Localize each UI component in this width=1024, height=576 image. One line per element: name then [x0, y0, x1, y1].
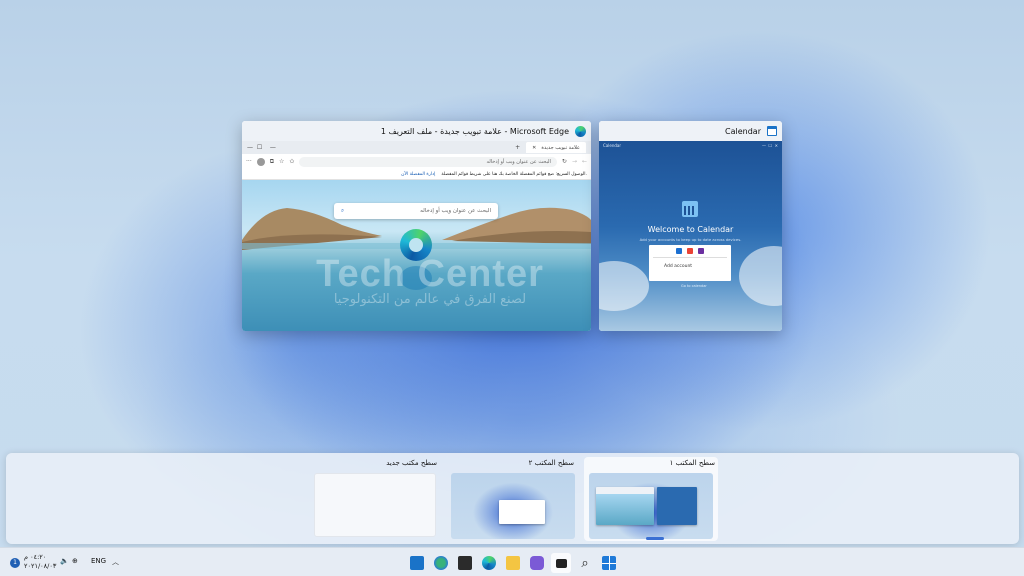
notification-badge[interactable]: 1 [10, 558, 20, 568]
edge-tabstrip: — ☐ — + ✕ علامة تبويب جديدة [242, 141, 591, 154]
outlook-icon [676, 248, 682, 254]
desktop-2-label: سطح المكتب ٢ [528, 459, 574, 467]
folder-icon [506, 556, 520, 570]
task-view-icon [555, 558, 567, 568]
favorites-bar-text: الوصول السريع: ضع قوائم المفضلة الخاصة ب… [441, 171, 587, 177]
edge-toolbar: ··· ⧉ ☆ ✩ البحث عن عنوان ويب أو إدخاله ↻… [242, 154, 591, 169]
add-account-button[interactable]: Add account [664, 264, 731, 269]
edge-logo [400, 229, 432, 261]
new-tab-icon[interactable]: + [515, 144, 520, 151]
edge-window-titlebar: علامة تبويب جديدة - ملف التعريف 1 - Micr… [242, 121, 591, 141]
taskbar-edge-button[interactable] [479, 553, 499, 573]
address-bar-placeholder: البحث عن عنوان ويب أو إدخاله [486, 158, 551, 165]
desktop-new[interactable]: سطح مكتب جديد [312, 457, 440, 539]
edge-window-thumbnail[interactable]: علامة تبويب جديدة - ملف التعريف 1 - Micr… [242, 121, 591, 331]
windows-start-icon [602, 556, 616, 570]
taskbar-start-button[interactable] [599, 553, 619, 573]
card-divider [653, 257, 727, 258]
desktop-new-label: سطح مكتب جديد [386, 459, 437, 467]
store-app-icon [458, 556, 472, 570]
collections-icon[interactable]: ⧉ [270, 158, 274, 166]
favorites-manage-link[interactable]: إدارة المفضلة الآن [401, 172, 435, 177]
edge-tab[interactable]: ✕ علامة تبويب جديدة [526, 142, 586, 153]
calendar-inner-titlebar: Calendar — ☐ ✕ [599, 141, 782, 150]
edge-app-icon [482, 556, 496, 570]
language-indicator[interactable]: ENG [91, 557, 106, 565]
calendar-inner-title: Calendar [603, 143, 621, 148]
yahoo-icon [698, 248, 704, 254]
taskbar-maps-button[interactable] [431, 553, 451, 573]
network-icon[interactable]: ⊕ [72, 557, 78, 565]
tab-close-icon[interactable]: ✕ [532, 145, 536, 151]
desktop-2-mini-window [499, 500, 545, 524]
calendar-app-body: Calendar — ☐ ✕ Welcome to Calendar Add y… [599, 141, 782, 331]
add-account-card: Add account [649, 245, 731, 281]
calendar-window-thumbnail[interactable]: Calendar Calendar — ☐ ✕ Welcome to Calen… [599, 121, 782, 331]
calendar-app-icon [410, 556, 424, 570]
taskbar-search-button[interactable]: ⌕ [575, 553, 595, 573]
desktop-2[interactable]: سطح المكتب ٢ [449, 457, 577, 539]
window-controls: — ☐ — [247, 144, 276, 151]
calendar-window-title: Calendar [725, 126, 761, 136]
search-icon: ⌕ [581, 555, 589, 571]
hero-search-box[interactable]: ⌕ البحث عن عنوان ويب أو إدخاله [334, 203, 498, 219]
account-logos [649, 248, 731, 254]
forward-icon[interactable]: → [572, 158, 577, 165]
go-to-calendar-link[interactable]: Go to calendar [681, 284, 707, 288]
desktop-1-mini-edge [596, 487, 654, 525]
favorites-bar: إدارة المفضلة الآن الوصول السريع: ضع قوا… [242, 169, 591, 180]
clock[interactable]: ٠٤:٢٠ م ٢٠٢١/٠٨/٠٣ [24, 553, 56, 571]
cloud-right [739, 246, 782, 306]
desktop-1-label: سطح المكتب ١ [669, 459, 715, 467]
edge-window-title: علامة تبويب جديدة - ملف التعريف 1 - Micr… [380, 126, 569, 136]
refresh-icon[interactable]: ↻ [562, 158, 567, 165]
virtual-desktops-panel: سطح مكتب جديد سطح المكتب ٢ سطح المكتب ١ [6, 453, 1019, 544]
hero-search-icon: ⌕ [341, 207, 345, 214]
cloud-left [599, 261, 649, 311]
google-icon [687, 248, 693, 254]
desktop-new-thumbnail [314, 473, 436, 537]
taskbar-file-explorer-button[interactable] [503, 553, 523, 573]
edge-new-tab-background: ⌕ البحث عن عنوان ويب أو إدخاله [242, 180, 591, 331]
calendar-welcome-text: Welcome to Calendar [647, 225, 734, 234]
maps-app-icon [434, 556, 448, 570]
clock-date: ٢٠٢١/٠٨/٠٣ [24, 562, 57, 570]
edge-icon [575, 125, 586, 137]
taskbar-task-view-button[interactable] [551, 553, 571, 573]
add-favorite-icon[interactable]: ✩ [289, 158, 294, 165]
active-desktop-indicator [646, 537, 664, 540]
back-icon[interactable]: ← [582, 158, 587, 165]
chat-app-icon [530, 556, 544, 570]
more-icon[interactable]: ··· [246, 158, 252, 165]
calendar-large-icon [682, 201, 698, 217]
taskbar: 1 ٠٤:٢٠ م ٢٠٢١/٠٨/٠٣ 🔈 ⊕ ENG ︿ ⌕ [0, 547, 1024, 576]
taskbar-calendar-button[interactable] [407, 553, 427, 573]
clock-time: ٠٤:٢٠ م [24, 553, 47, 561]
calendar-icon [767, 126, 777, 136]
hero-search-placeholder: البحث عن عنوان ويب أو إدخاله [420, 208, 491, 214]
favorites-icon[interactable]: ☆ [279, 158, 284, 165]
edge-tab-label: علامة تبويب جديدة [541, 144, 580, 151]
desktop-1-thumbnail [589, 473, 713, 539]
calendar-window-titlebar: Calendar [599, 121, 782, 141]
desktop-1-mini-calendar [657, 487, 697, 525]
address-bar[interactable]: البحث عن عنوان ويب أو إدخاله [299, 156, 557, 167]
desktop-1[interactable]: سطح المكتب ١ [584, 457, 718, 541]
taskbar-store-button[interactable] [455, 553, 475, 573]
calendar-window-controls: — ☐ ✕ [761, 143, 778, 148]
desktop-2-thumbnail [451, 473, 575, 539]
edge-logo-reflection [400, 266, 432, 290]
chevron-up-icon[interactable]: ︿ [112, 557, 119, 567]
taskbar-chat-button[interactable] [527, 553, 547, 573]
calendar-subtitle: Add your accounts to keep up to date acr… [639, 237, 742, 242]
profile-icon[interactable] [256, 157, 265, 166]
volume-icon[interactable]: 🔈 [60, 557, 69, 565]
